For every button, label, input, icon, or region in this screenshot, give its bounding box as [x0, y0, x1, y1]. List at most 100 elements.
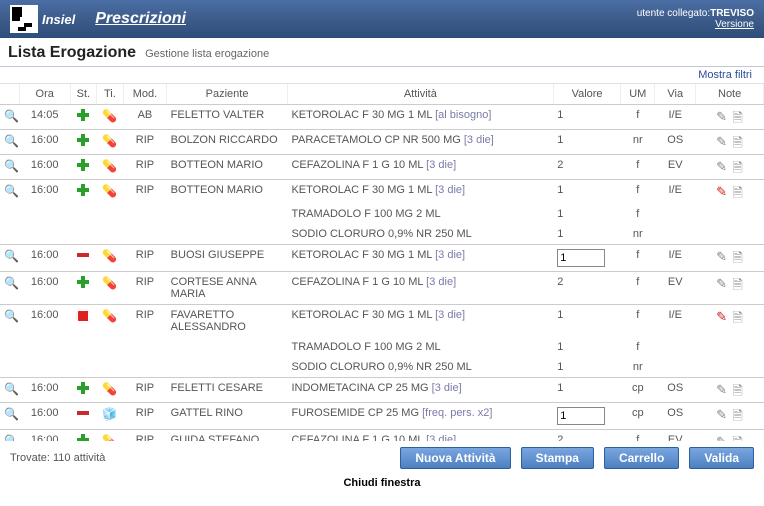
status-plus-icon: [77, 134, 89, 146]
att-name: KETOROLAC F 30 MG 1 ML: [291, 109, 432, 121]
note-page-icon[interactable]: [731, 276, 745, 290]
note-page-icon[interactable]: [731, 382, 745, 396]
table-row[interactable]: 16:00RIPBOLZON RICCARDOPARACETAMOLO CP N…: [0, 130, 764, 155]
sub-att-name: SODIO CLORURO 0,9% NR 250 ML: [287, 357, 553, 378]
magnifier-icon[interactable]: [4, 109, 19, 125]
status-minus-icon: [77, 253, 89, 257]
note-page-icon[interactable]: [731, 109, 745, 123]
att-name: PARACETAMOLO CP NR 500 MG: [291, 134, 460, 146]
magnifier-icon[interactable]: [4, 184, 19, 200]
att-dose: [3 die]: [435, 249, 465, 261]
cell-um: cp: [621, 403, 655, 430]
note-edit-icon[interactable]: [715, 249, 729, 263]
note-page-icon[interactable]: [731, 184, 745, 198]
magnifier-icon[interactable]: [4, 134, 19, 150]
note-page-icon[interactable]: [731, 159, 745, 173]
section-title: Lista Erogazione: [8, 44, 136, 61]
note-edit-icon[interactable]: [715, 434, 729, 441]
section-subtitle: Gestione lista erogazione: [145, 48, 269, 60]
table-subrow: TRAMADOLO F 100 MG 2 ML1f: [0, 204, 764, 224]
col-ti[interactable]: Ti.: [97, 84, 124, 105]
version-link[interactable]: Versione: [715, 19, 754, 30]
col-ora[interactable]: Ora: [19, 84, 70, 105]
valore-input[interactable]: [557, 407, 605, 425]
col-attivita[interactable]: Attività: [287, 84, 553, 105]
close-window-link[interactable]: Chiudi finestra: [343, 477, 420, 489]
att-dose: [freq. pers. x2]: [422, 407, 492, 419]
show-filters-link[interactable]: Mostra filtri: [698, 69, 752, 81]
table-row[interactable]: 16:00RIPBOTTEON MARIOKETOROLAC F 30 MG 1…: [0, 180, 764, 205]
cell-mod: RIP: [123, 130, 166, 155]
table-row[interactable]: 14:05ABFELETTO VALTERKETOROLAC F 30 MG 1…: [0, 105, 764, 130]
magnifier-icon[interactable]: [4, 434, 19, 441]
sub-valore: 1: [553, 224, 621, 245]
note-edit-icon[interactable]: [715, 109, 729, 123]
type-pack-icon: [101, 407, 119, 421]
table-row[interactable]: 16:00RIPFELETTI CESAREINDOMETACINA CP 25…: [0, 378, 764, 403]
table-row[interactable]: 16:00RIPGUIDA STEFANOCEFAZOLINA F 1 G 10…: [0, 430, 764, 442]
note-page-icon[interactable]: [731, 249, 745, 263]
magnifier-icon[interactable]: [4, 249, 19, 265]
erogazione-table: Ora St. Ti. Mod. Paziente Attività Valor…: [0, 84, 764, 441]
note-edit-red-icon[interactable]: [715, 184, 729, 198]
att-name: KETOROLAC F 30 MG 1 ML: [291, 309, 432, 321]
note-edit-icon[interactable]: [715, 276, 729, 290]
col-st[interactable]: St.: [70, 84, 97, 105]
note-edit-icon[interactable]: [715, 159, 729, 173]
magnifier-icon[interactable]: [4, 407, 19, 423]
print-button[interactable]: Stampa: [521, 447, 594, 469]
cart-button[interactable]: Carrello: [604, 447, 679, 469]
sub-att-name: TRAMADOLO F 100 MG 2 ML: [287, 204, 553, 224]
cell-attivita: FUROSEMIDE CP 25 MG [freq. pers. x2]: [287, 403, 553, 430]
table-row[interactable]: 16:00RIPBOTTEON MARIOCEFAZOLINA F 1 G 10…: [0, 155, 764, 180]
cell-paziente: BUOSI GIUSEPPE: [167, 245, 288, 272]
cell-paziente: GATTEL RINO: [167, 403, 288, 430]
table-row[interactable]: 16:00RIPFAVARETTO ALESSANDROKETOROLAC F …: [0, 305, 764, 338]
brand-name: Insiel: [42, 12, 75, 27]
note-edit-icon[interactable]: [715, 134, 729, 148]
cell-um: cp: [621, 378, 655, 403]
table-row[interactable]: 16:00RIPGATTEL RINOFUROSEMIDE CP 25 MG […: [0, 403, 764, 430]
cell-um: f: [621, 430, 655, 442]
note-page-icon[interactable]: [731, 309, 745, 323]
section-bar: Lista Erogazione Gestione lista erogazio…: [0, 38, 764, 67]
cell-um: f: [621, 155, 655, 180]
app-title[interactable]: Prescrizioni: [95, 10, 186, 28]
table-row[interactable]: 16:00RIPCORTESE ANNA MARIACEFAZOLINA F 1…: [0, 272, 764, 305]
table-scroll[interactable]: Ora St. Ti. Mod. Paziente Attività Valor…: [0, 83, 764, 441]
note-page-icon[interactable]: [731, 134, 745, 148]
col-paziente[interactable]: Paziente: [167, 84, 288, 105]
cell-ora: 16:00: [19, 430, 70, 442]
att-dose: [3 die]: [426, 434, 456, 441]
note-edit-icon[interactable]: [715, 407, 729, 421]
col-um[interactable]: UM: [621, 84, 655, 105]
magnifier-icon[interactable]: [4, 276, 19, 292]
valore-input[interactable]: [557, 249, 605, 267]
col-mod[interactable]: Mod.: [123, 84, 166, 105]
magnifier-icon[interactable]: [4, 382, 19, 398]
note-edit-red-icon[interactable]: [715, 309, 729, 323]
note-page-icon[interactable]: [731, 407, 745, 421]
cell-via: I/E: [655, 305, 696, 338]
type-pill-icon: [101, 382, 119, 396]
cell-mod: RIP: [123, 180, 166, 205]
col-valore[interactable]: Valore: [553, 84, 621, 105]
cell-via: EV: [655, 155, 696, 180]
table-row[interactable]: 16:00RIPBUOSI GIUSEPPEKETOROLAC F 30 MG …: [0, 245, 764, 272]
sub-valore: 1: [553, 337, 621, 357]
table-subrow: SODIO CLORURO 0,9% NR 250 ML1nr: [0, 357, 764, 378]
col-via[interactable]: Via: [655, 84, 696, 105]
magnifier-icon[interactable]: [4, 309, 19, 325]
col-note[interactable]: Note: [696, 84, 764, 105]
new-activity-button[interactable]: Nuova Attività: [400, 447, 510, 469]
magnifier-icon[interactable]: [4, 159, 19, 175]
note-page-icon[interactable]: [731, 434, 745, 441]
att-dose: [3 die]: [426, 159, 456, 171]
cell-paziente: FAVARETTO ALESSANDRO: [167, 305, 288, 338]
note-edit-icon[interactable]: [715, 382, 729, 396]
validate-button[interactable]: Valida: [689, 447, 754, 469]
user-label-text: utente collegato:: [637, 8, 710, 19]
cell-via: I/E: [655, 180, 696, 205]
col-detail: [0, 84, 19, 105]
type-pill-icon: [101, 109, 119, 123]
